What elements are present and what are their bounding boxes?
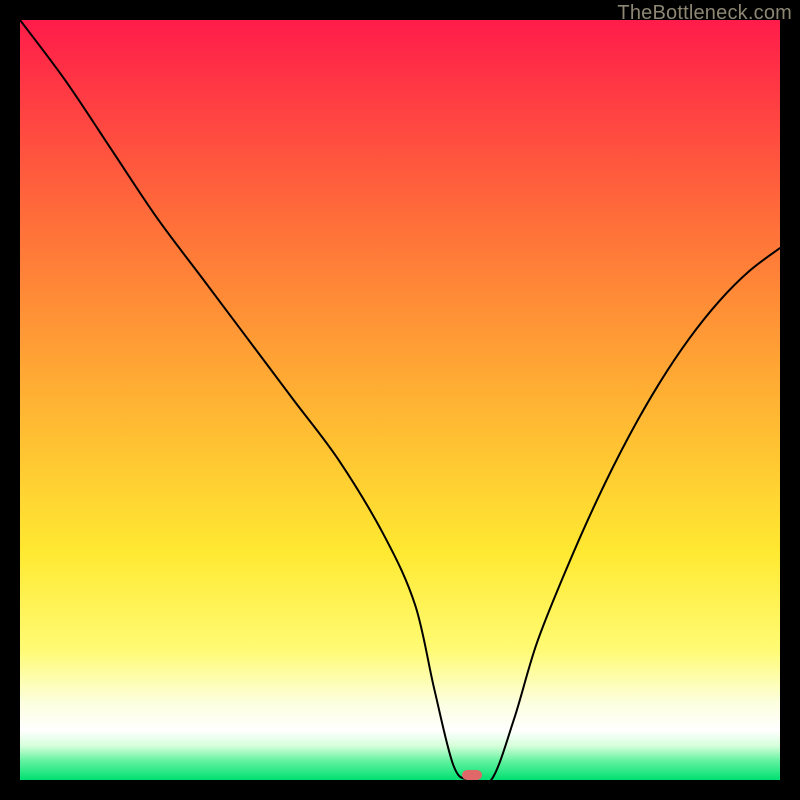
optimal-marker	[462, 770, 482, 780]
plot-area	[20, 20, 780, 780]
bottleneck-curve	[20, 20, 780, 780]
chart-frame: TheBottleneck.com	[0, 0, 800, 800]
